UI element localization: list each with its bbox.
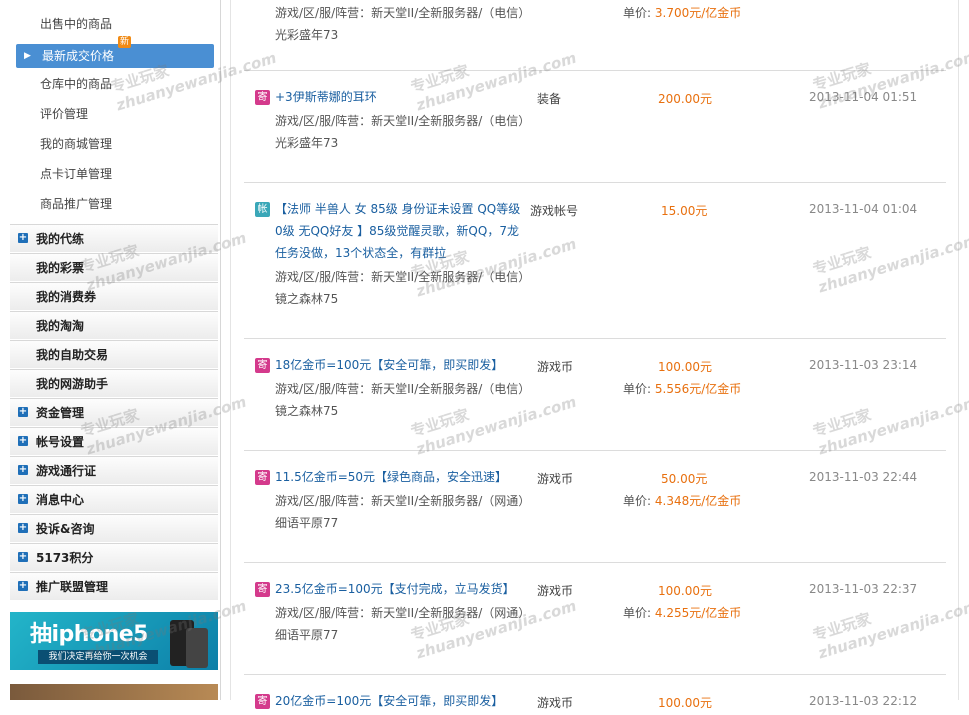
sidebar-item-warehouse[interactable]: 仓库中的商品 <box>10 72 218 96</box>
sidebar-section-taotao[interactable]: 我的淘淘 <box>10 311 218 339</box>
listing-row: 寄 18亿金币=100元【安全可靠，即买即发】 游戏/区/服/阵营：新天堂II/… <box>244 339 946 451</box>
sidebar-item-mall[interactable]: 我的商城管理 <box>10 132 218 156</box>
listing-title[interactable]: 23.5亿金币=100元【支付完成，立马发货】 <box>275 578 575 600</box>
listing-time: 2013-11-03 22:37 <box>809 582 918 596</box>
expand-icon: + <box>18 580 28 591</box>
consignment-tag: 寄 <box>255 582 270 597</box>
sidebar-item-latest-prices[interactable]: ▶ 最新成交价格 新 <box>16 36 214 68</box>
divider <box>958 0 959 700</box>
expand-icon: + <box>18 464 28 475</box>
listing-row: 寄 +3伊斯蒂娜的耳环 游戏/区/服/阵营：新天堂II/全新服务器/（电信） 光… <box>244 71 946 183</box>
listing-category: 游戏币 <box>537 472 574 486</box>
listing-server: 镜之森林75 <box>275 292 339 306</box>
expand-icon: + <box>18 232 28 243</box>
sidebar-section-points[interactable]: +5173积分 <box>10 543 218 571</box>
listing-region: 游戏/区/服/阵营：新天堂II/全新服务器/（网通） <box>275 494 531 508</box>
listing-price: 200.00元 <box>658 92 712 106</box>
expand-icon: + <box>18 493 28 504</box>
listing-time: 2013-11-04 01:04 <box>809 202 918 216</box>
listing-title[interactable]: 20亿金币=100元【安全可靠，即买即发】 <box>275 690 575 712</box>
listing-title[interactable]: 18亿金币=100元【安全可靠，即买即发】 <box>275 354 575 376</box>
listing-row: 寄 20亿金币=100元【安全可靠，即买即发】 游戏币 100.00元 2013… <box>244 675 946 715</box>
phone-image <box>186 628 208 668</box>
listing-server: 细语平原77 <box>275 628 339 642</box>
divider <box>230 0 231 700</box>
listing-category: 游戏币 <box>537 696 574 710</box>
listing-time: 2013-11-03 22:44 <box>809 470 918 484</box>
sidebar-section-passport[interactable]: + 游戏通行证 <box>10 456 218 484</box>
sidebar-section-account[interactable]: + 帐号设置 <box>10 427 218 455</box>
listing-region: 游戏/区/服/阵营：新天堂II/全新服务器/（电信） <box>275 270 531 284</box>
listing-title[interactable]: +3伊斯蒂娜的耳环 <box>275 86 525 108</box>
listing-region: 游戏/区/服/阵营：新天堂II/全新服务器/（电信） <box>275 382 531 396</box>
banner-subtitle: 我们决定再给你一次机会 <box>38 650 158 664</box>
listing-price: 50.00元 <box>661 472 708 486</box>
listing-region: 游戏/区/服/阵营：新天堂II/全新服务器/（网通） <box>275 606 531 620</box>
listing-category: 游戏帐号 <box>530 204 579 218</box>
sidebar-section-affiliate[interactable]: + 推广联盟管理 <box>10 572 218 600</box>
sidebar-section-self-trade[interactable]: 我的自助交易 <box>10 340 218 368</box>
listing-price: 15.00元 <box>661 204 708 218</box>
banner-title: 抽iphone5 <box>30 622 148 647</box>
listing-time: 2013-11-03 22:12 <box>809 694 918 708</box>
listing-title[interactable]: 【法师 半兽人 女 85级 身份证未设置 QQ等级0级 无QQ好友 】85级觉醒… <box>275 198 525 264</box>
expand-icon: + <box>18 522 28 533</box>
caret-right-icon: ▶ <box>24 51 31 61</box>
listing-row: 游戏/区/服/阵营：新天堂II/全新服务器/（电信） 光彩盛年73 单价: 3.… <box>244 0 946 71</box>
sidebar-section-lottery[interactable]: 我的彩票 <box>10 253 218 281</box>
listing-price: 100.00元 <box>658 584 712 598</box>
consignment-tag: 寄 <box>255 470 270 485</box>
listing-title[interactable]: 11.5亿金币=50元【绿色商品，安全迅速】 <box>275 466 575 488</box>
sidebar-section-coupons[interactable]: 我的消费券 <box>10 282 218 310</box>
listing-server: 细语平原77 <box>275 516 339 530</box>
listing-time: 2013-11-03 23:14 <box>809 358 918 372</box>
expand-icon: + <box>18 435 28 446</box>
listing-category: 装备 <box>537 92 562 106</box>
sidebar-section-messages[interactable]: + 消息中心 <box>10 485 218 513</box>
listing-unit-price: 单价: 3.700元/亿金币 <box>623 6 742 20</box>
listing-time: 2013-11-04 01:51 <box>809 90 918 104</box>
sidebar-section-game-assistant[interactable]: 我的网游助手 <box>10 369 218 397</box>
listing-category: 游戏币 <box>537 584 574 598</box>
sidebar-section-complaints[interactable]: + 投诉&咨询 <box>10 514 218 542</box>
sidebar-section-leveling[interactable]: + 我的代练 <box>10 224 218 252</box>
promo-banner[interactable]: 抽iphone5 我们决定再给你一次机会 <box>10 612 218 670</box>
sidebar: 出售中的商品 ▶ 最新成交价格 新 仓库中的商品 评价管理 我的商城管理 点卡订… <box>10 0 221 700</box>
listing-server: 光彩盛年73 <box>275 28 339 42</box>
consignment-tag: 寄 <box>255 694 270 709</box>
listing-row: 寄 11.5亿金币=50元【绿色商品，安全迅速】 游戏/区/服/阵营：新天堂II… <box>244 451 946 563</box>
sidebar-item-label: 最新成交价格 <box>42 49 115 63</box>
new-badge: 新 <box>118 36 132 48</box>
listing-region: 游戏/区/服/阵营：新天堂II/全新服务器/（电信） <box>275 114 531 128</box>
listing-unit-price: 单价: 5.556元/亿金币 <box>623 382 742 396</box>
listing-unit-price: 单价: 4.255元/亿金币 <box>623 606 742 620</box>
listing-row: 寄 23.5亿金币=100元【支付完成，立马发货】 游戏/区/服/阵营：新天堂I… <box>244 563 946 675</box>
sidebar-item-on-sale[interactable]: 出售中的商品 <box>10 12 218 36</box>
listing-unit-price: 单价: 4.348元/亿金币 <box>623 494 742 508</box>
consignment-tag: 寄 <box>255 90 270 105</box>
account-tag: 帐 <box>255 202 270 217</box>
expand-icon: + <box>18 551 28 562</box>
sidebar-item-card-orders[interactable]: 点卡订单管理 <box>10 162 218 186</box>
sidebar-item-promotion[interactable]: 商品推广管理 <box>10 192 218 216</box>
listing-category: 游戏币 <box>537 360 574 374</box>
listing-server: 镜之森林75 <box>275 404 339 418</box>
listing-server: 光彩盛年73 <box>275 136 339 150</box>
listing-region: 游戏/区/服/阵营：新天堂II/全新服务器/（电信） <box>275 6 531 20</box>
expand-icon: + <box>18 406 28 417</box>
promo-banner-2[interactable] <box>10 684 218 700</box>
listing-row: 帐 【法师 半兽人 女 85级 身份证未设置 QQ等级0级 无QQ好友 】85级… <box>244 183 946 339</box>
sidebar-item-reviews[interactable]: 评价管理 <box>10 102 218 126</box>
consignment-tag: 寄 <box>255 358 270 373</box>
sidebar-section-funds[interactable]: + 资金管理 <box>10 398 218 426</box>
listing-price: 100.00元 <box>658 696 712 710</box>
listing-price: 100.00元 <box>658 360 712 374</box>
